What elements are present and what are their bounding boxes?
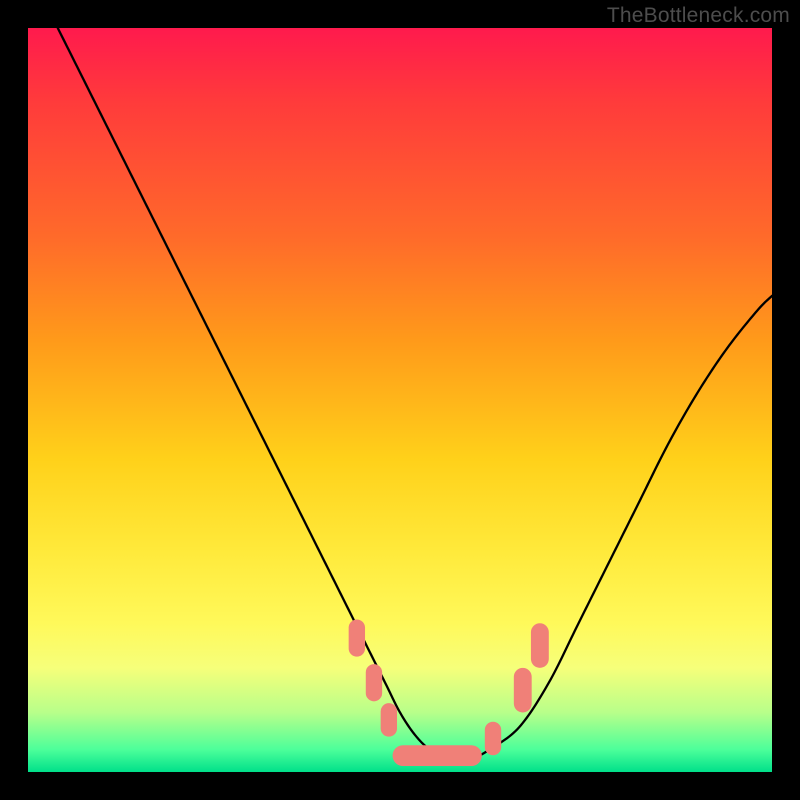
highlight-marker <box>349 619 365 656</box>
chart-svg <box>28 28 772 772</box>
highlight-marker <box>531 623 549 668</box>
highlight-marker <box>381 703 397 736</box>
highlight-marker <box>393 745 482 766</box>
highlight-markers <box>349 619 549 766</box>
chart-plot-area <box>28 28 772 772</box>
highlight-marker <box>485 722 501 755</box>
chart-frame: TheBottleneck.com <box>0 0 800 800</box>
bottleneck-curve-path <box>58 28 772 758</box>
highlight-marker <box>366 664 382 701</box>
highlight-marker <box>514 668 532 713</box>
watermark-text: TheBottleneck.com <box>607 4 790 28</box>
bottleneck-curve <box>58 28 772 758</box>
